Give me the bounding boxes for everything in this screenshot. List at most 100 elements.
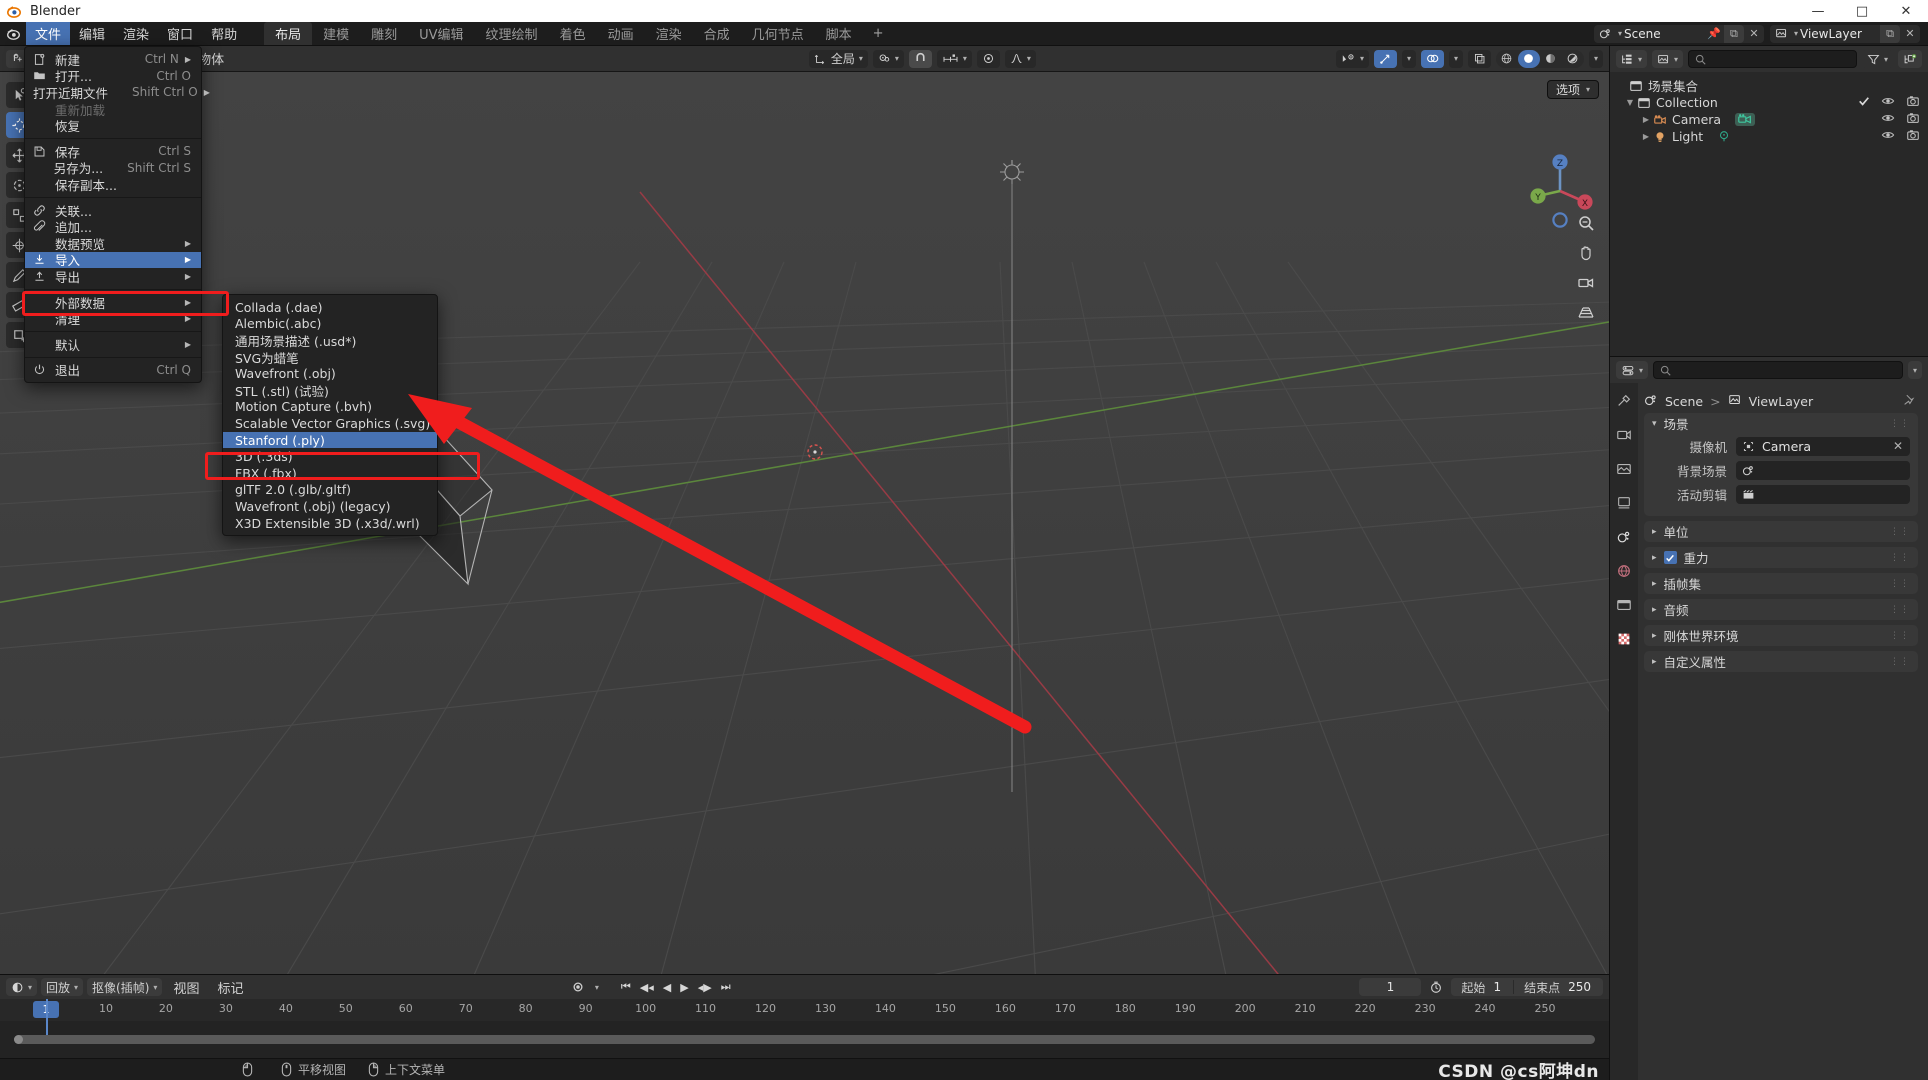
import-menu-item-5[interactable]: STL (.stl) (试验) [223,382,437,399]
tab-collection[interactable] [1614,595,1634,615]
import-menu-item-3[interactable]: SVG为蜡笔 [223,349,437,366]
outliner-search-input[interactable] [1688,50,1857,68]
rendered-shading-button[interactable] [1562,50,1584,68]
playback-transport[interactable]: ▾ ⏮ ◀◂ ◀ ▶ ◂▶ ⏭ [567,978,731,996]
timeline-body[interactable] [0,1021,1609,1058]
file-menu-item-8[interactable]: 保存副本... [25,176,201,193]
overlay-options-selector[interactable]: ▾ [1449,50,1463,68]
panel-enable-checkbox-1[interactable] [1664,551,1677,564]
import-menu-item-6[interactable]: Motion Capture (.bvh) [223,399,437,416]
camera-visibility-eye-icon[interactable] [1881,111,1895,128]
workspace-tab-6[interactable]: 动画 [597,22,645,45]
workspace-tab-1[interactable]: 建模 [312,22,360,45]
expand-triangle-icon[interactable]: ▶ [1640,132,1652,141]
light-visibility-eye-icon[interactable] [1881,128,1895,145]
main-menu-bar[interactable]: 文件编辑渲染窗口帮助 [26,22,246,45]
viewport-shading-buttons[interactable] [1496,50,1584,68]
blender-menu-icon[interactable] [0,22,26,45]
property-panel-header-4[interactable]: ▸刚体世界环境⋮⋮ [1644,625,1918,646]
shading-options-selector[interactable]: ▾ [1589,50,1603,68]
collection-visibility-eye-icon[interactable] [1881,94,1895,111]
proportional-edit-toggle[interactable] [977,50,1000,68]
play-button[interactable]: ▶ [680,981,688,994]
end-frame-value[interactable]: 250 [1568,980,1603,994]
main-menu-2[interactable]: 渲染 [114,22,158,45]
playback-popover-button[interactable]: 回放 ▾ [41,978,83,996]
gizmo-options-selector[interactable]: ▾ [1402,50,1416,68]
xray-toggle[interactable] [1468,50,1491,68]
file-menu-popup[interactable]: 新建Ctrl N▶打开...Ctrl O打开近期文件Shift Ctrl O▶重… [24,46,202,383]
import-menu-item-0[interactable]: Collada (.dae) [223,299,437,316]
tab-view-layer[interactable] [1614,493,1634,513]
panel-collapse-chevron-icon[interactable]: ▸ [1652,657,1657,667]
add-workspace-button[interactable]: + [863,22,894,45]
file-menu-item-13[interactable]: 导入▶ [25,252,201,269]
timeline-horizontal-scrollbar[interactable] [14,1035,1595,1044]
proportional-falloff-selector[interactable]: ▾ [1005,50,1036,68]
outliner-row-light[interactable]: ▶ Light [1610,128,1928,145]
panel-expand-chevron-icon[interactable]: ▾ [1652,419,1657,429]
workspace-tab-4[interactable]: 纹理绘制 [475,22,549,45]
property-panel-header-0[interactable]: ▸单位⋮⋮ [1644,521,1918,542]
pin-icon[interactable]: 📌 [1704,25,1724,43]
jump-to-next-keyframe-button[interactable]: ◂▶ [698,981,712,994]
workspace-tab-9[interactable]: 几何节点 [741,22,815,45]
viewport-navigation-buttons[interactable] [1575,212,1597,324]
window-controls[interactable]: — □ ✕ [1796,0,1928,22]
file-menu-item-12[interactable]: 数据预览▶ [25,235,201,252]
panel-collapse-chevron-icon[interactable]: ▸ [1652,579,1657,589]
frame-range-box[interactable]: 起始 1 结束点 250 [1451,978,1603,996]
tab-output[interactable] [1614,459,1634,479]
outliner-row-scene-collection[interactable]: 场景集合 [1610,77,1928,94]
close-button[interactable]: ✕ [1884,0,1928,22]
tab-tool[interactable] [1614,391,1634,411]
workspace-tab-2[interactable]: 雕刻 [360,22,408,45]
use-preview-range-icon[interactable] [1425,978,1447,996]
file-menu-item-17[interactable]: 清理▶ [25,310,201,327]
outliner-row-collection[interactable]: ▼ Collection [1610,94,1928,111]
pivot-point-selector[interactable]: ▾ [873,50,904,68]
gizmo-toggle[interactable] [1374,50,1397,68]
new-scene-button[interactable]: ⧉ [1724,25,1744,43]
jump-to-end-button[interactable]: ⏭ [721,980,731,994]
panel-collapse-chevron-icon[interactable]: ▸ [1652,605,1657,615]
main-menu-0[interactable]: 文件 [26,22,70,45]
panel-collapse-chevron-icon[interactable]: ▸ [1652,553,1657,563]
properties-editor-type-selector[interactable]: ▾ [1616,361,1648,379]
auto-keying-chevron-icon[interactable]: ▾ [595,983,599,992]
solid-shading-button[interactable] [1518,50,1540,68]
panel-collapse-chevron-icon[interactable]: ▸ [1652,527,1657,537]
workspace-tabs[interactable]: 布局建模雕刻UV编辑纹理绘制着色动画渲染合成几何节点脚本+ [264,22,893,45]
file-menu-item-7[interactable]: 另存为...Shift Ctrl S [25,160,201,177]
workspace-tab-5[interactable]: 着色 [549,22,597,45]
file-menu-item-19[interactable]: 默认▶ [25,336,201,353]
main-menu-1[interactable]: 编辑 [70,22,114,45]
import-submenu-popup[interactable]: Collada (.dae)Alembic(.abc)通用场景描述 (.usd*… [222,294,438,536]
file-menu-item-3[interactable]: 重新加载 [25,101,201,118]
new-viewlayer-button[interactable]: ⧉ [1880,25,1900,43]
import-menu-item-11[interactable]: glTF 2.0 (.glb/.gltf) [223,482,437,499]
property-panel-header-3[interactable]: ▸音频⋮⋮ [1644,599,1918,620]
transform-orientation-selector[interactable]: 全局 ▾ [809,50,868,68]
remove-viewlayer-button[interactable]: ✕ [1900,25,1920,43]
scene-panel-header[interactable]: ▾ 场景 ⋮⋮ [1644,413,1918,434]
auto-keying-icon[interactable] [567,978,589,996]
snap-settings-selector[interactable]: ▾ [937,50,972,68]
file-menu-item-14[interactable]: 导出▶ [25,268,201,285]
camera-view-icon[interactable] [1575,272,1597,294]
file-menu-item-10[interactable]: 关联... [25,202,201,219]
current-frame-field[interactable]: 1 [1359,978,1421,996]
viewport-options-button[interactable]: 选项 ▾ [1547,80,1599,99]
unlink-scene-button[interactable]: ✕ [1744,25,1764,43]
maximize-button[interactable]: □ [1840,0,1884,22]
property-panel-header-2[interactable]: ▸插帧集⋮⋮ [1644,573,1918,594]
pin-id-icon[interactable] [1902,393,1916,410]
new-collection-button[interactable] [1898,50,1922,68]
snap-magnet-toggle[interactable] [909,50,932,68]
outliner-display-mode-selector[interactable]: ▾ [1652,50,1683,68]
zoom-icon[interactable] [1575,212,1597,234]
file-menu-item-4[interactable]: 恢复 [25,117,201,134]
property-panel-header-1[interactable]: ▸重力⋮⋮ [1644,547,1918,568]
file-menu-item-2[interactable]: 打开近期文件Shift Ctrl O▶ [25,84,201,101]
timeline-ruler[interactable]: 1102030405060708090100110120130140150160… [0,999,1609,1021]
